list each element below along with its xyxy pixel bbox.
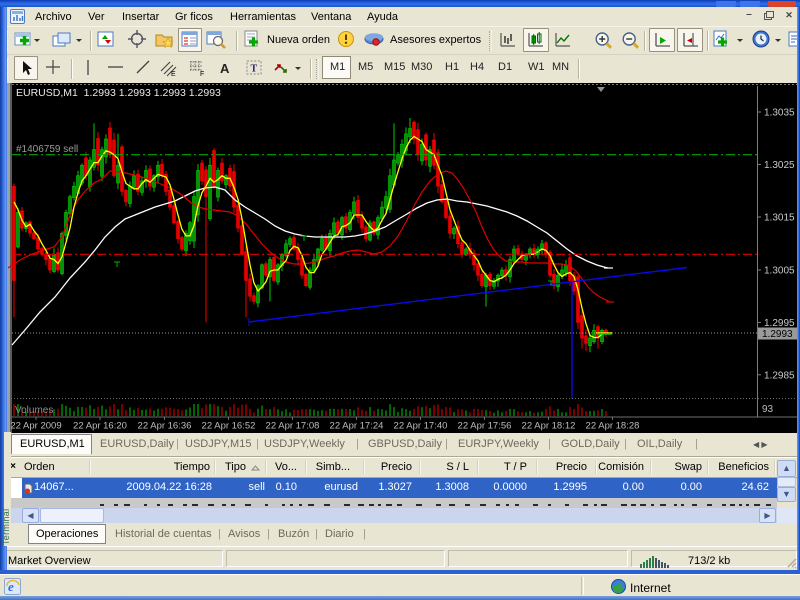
svg-text:1.3035: 1.3035 <box>764 108 795 119</box>
svg-text:93: 93 <box>762 404 774 415</box>
svg-text:22 Apr 17:08: 22 Apr 17:08 <box>266 421 320 432</box>
svg-text:22 Apr 18:28: 22 Apr 18:28 <box>586 421 640 432</box>
svg-text:22 Apr 17:40: 22 Apr 17:40 <box>394 421 448 432</box>
svg-text:1.2985: 1.2985 <box>764 370 795 381</box>
svg-text:22 Apr 2009: 22 Apr 2009 <box>10 421 61 432</box>
svg-text:22 Apr 16:20: 22 Apr 16:20 <box>73 421 127 432</box>
svg-text:1.3005: 1.3005 <box>764 266 795 277</box>
svg-text:F: F <box>200 71 204 78</box>
svg-text:#1406759 sell: #1406759 sell <box>16 144 78 155</box>
svg-text:22 Apr 17:56: 22 Apr 17:56 <box>458 421 512 432</box>
svg-text:Volumes: Volumes <box>15 405 53 416</box>
svg-text:22 Apr 17:24: 22 Apr 17:24 <box>330 421 384 432</box>
svg-text:22 Apr 16:52: 22 Apr 16:52 <box>202 421 256 432</box>
svg-text:1.2993: 1.2993 <box>762 329 793 340</box>
svg-text:1.3025: 1.3025 <box>764 160 795 171</box>
svg-text:1.2995: 1.2995 <box>764 318 795 329</box>
svg-text:22 Apr 16:36: 22 Apr 16:36 <box>138 421 192 432</box>
svg-text:EURUSD,M1 1.2993 1.2993 1.299: EURUSD,M1 1.2993 1.2993 1.2993 1.2993 <box>16 87 221 99</box>
svg-text:E: E <box>171 71 176 78</box>
svg-text:T: T <box>251 64 258 75</box>
svg-text:22 Apr 18:12: 22 Apr 18:12 <box>522 421 576 432</box>
svg-text:1.3015: 1.3015 <box>764 213 795 224</box>
